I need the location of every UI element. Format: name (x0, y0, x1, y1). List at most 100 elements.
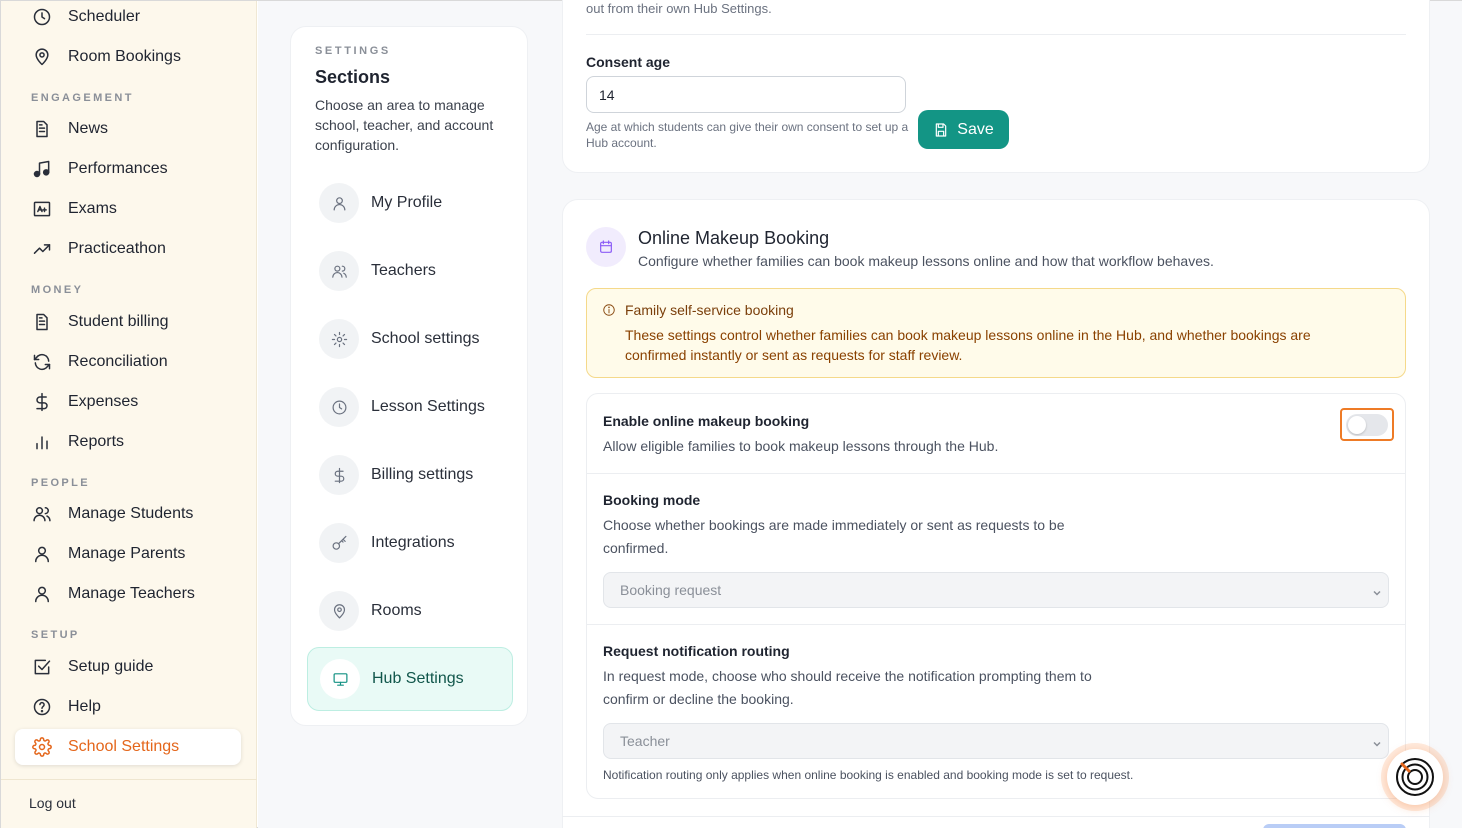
sidebar-item-label: Practiceathon (68, 240, 166, 257)
routing-note: Notification routing only applies when o… (603, 768, 1134, 782)
sidebar-item-label: School Settings (68, 738, 180, 755)
help-circle-icon (31, 696, 53, 718)
section-label-people: PEOPLE (31, 477, 91, 489)
user-icon (31, 583, 53, 605)
section-item-billing-settings[interactable]: Billing settings (307, 444, 513, 506)
sidebar-item-reports[interactable]: Reports (15, 424, 241, 460)
users-icon (31, 503, 53, 525)
save-button[interactable]: Save (918, 110, 1009, 149)
user-icon (31, 543, 53, 565)
sidebar-item-manage-parents[interactable]: Manage Parents (15, 536, 241, 572)
logout-link[interactable]: Log out (29, 795, 76, 811)
section-title: Online Makeup Booking (638, 228, 830, 248)
sections-title: Sections (315, 67, 391, 87)
calendar-icon (586, 227, 626, 267)
booking-mode-select[interactable]: Booking request (603, 572, 1389, 608)
sidebar-item-reconciliation[interactable]: Reconciliation (15, 344, 241, 380)
monitor-icon (320, 659, 360, 699)
divider (562, 816, 1430, 817)
save-icon (935, 122, 947, 137)
enable-booking-description: Allow eligible families to book makeup l… (603, 438, 999, 454)
users-icon (319, 251, 359, 291)
section-item-integrations[interactable]: Integrations (307, 512, 513, 574)
section-item-label: Lesson Settings (371, 398, 485, 415)
sidebar-item-student-billing[interactable]: Student billing (15, 304, 241, 340)
row-divider (587, 624, 1405, 625)
sidebar-item-scheduler[interactable]: Scheduler (15, 0, 241, 35)
checkbox-icon (31, 656, 53, 678)
gear-icon (319, 319, 359, 359)
sidebar-item-exams[interactable]: Exams (15, 191, 241, 227)
sidebar-item-performances[interactable]: Performances (15, 151, 241, 187)
sidebar-item-school-settings[interactable]: School Settings (15, 729, 241, 765)
offscreen-button-edge[interactable] (1263, 824, 1406, 828)
sidebar-item-label: Reconciliation (68, 353, 168, 370)
section-item-lesson-settings[interactable]: Lesson Settings (307, 376, 513, 438)
section-item-rooms[interactable]: Rooms (307, 580, 513, 642)
sidebar-item-label: Setup guide (68, 658, 154, 675)
enable-booking-toggle[interactable] (1346, 414, 1388, 436)
section-item-label: Billing settings (371, 466, 474, 483)
booking-mode-description: Choose whether bookings are made immedia… (603, 517, 1065, 556)
toggle-knob (1348, 416, 1366, 434)
document-icon (31, 311, 53, 333)
sidebar-item-label: News (68, 120, 109, 137)
sidebar-item-label: Student billing (68, 313, 169, 330)
sidebar-item-help[interactable]: Help (15, 689, 241, 725)
sidebar-item-expenses[interactable]: Expenses (15, 384, 241, 420)
enable-booking-title: Enable online makeup booking (603, 413, 810, 429)
routing-select[interactable]: Teacher (603, 723, 1389, 759)
booking-mode-title: Booking mode (603, 492, 701, 508)
sidebar-item-label: Manage Teachers (68, 585, 195, 602)
clock-icon (31, 6, 53, 28)
section-label-money: MONEY (31, 284, 84, 296)
section-item-label: Teachers (371, 262, 436, 279)
sidebar-item-news[interactable]: News (15, 111, 241, 147)
dollar-icon (319, 455, 359, 495)
routing-description: In request mode, choose who should recei… (603, 668, 1092, 707)
consent-age-help: Age at which students can give their own… (586, 120, 909, 150)
section-item-hub-settings[interactable]: Hub Settings (307, 647, 513, 711)
info-circle-icon (602, 303, 616, 317)
assistant-launcher-button[interactable] (1387, 749, 1443, 805)
sidebar-item-label: Expenses (68, 393, 139, 410)
sidebar-item-room-bookings[interactable]: Room Bookings (15, 39, 241, 75)
section-item-my-profile[interactable]: My Profile (307, 172, 513, 234)
sections-description: Choose an area to manage school, teacher… (315, 97, 494, 153)
consent-age-label: Consent age (586, 54, 671, 70)
user-icon (319, 183, 359, 223)
sidebar-item-label: Room Bookings (68, 48, 181, 65)
row-divider (587, 473, 1405, 474)
save-button-label: Save (957, 120, 994, 138)
section-item-label: Integrations (371, 534, 455, 551)
section-item-school-settings[interactable]: School settings (307, 308, 513, 370)
clock-icon (319, 387, 359, 427)
target-logo-icon (1396, 758, 1434, 796)
enable-booking-toggle-highlight (1340, 408, 1394, 441)
section-item-label: Rooms (371, 602, 422, 619)
section-item-teachers[interactable]: Teachers (307, 240, 513, 302)
sidebar-item-label: Scheduler (68, 8, 141, 25)
sidebar-item-label: Manage Parents (68, 545, 186, 562)
section-label-setup: SETUP (31, 629, 80, 641)
sidebar-item-manage-students[interactable]: Manage Students (15, 496, 241, 532)
routing-value: Teacher (620, 733, 670, 749)
sidebar-item-label: Help (68, 698, 101, 715)
dollar-icon (31, 391, 53, 413)
consent-age-input[interactable] (586, 76, 906, 113)
sidebar-item-practiceathon[interactable]: Practiceathon (15, 231, 241, 267)
sidebar-item-label: Exams (68, 200, 117, 217)
trend-up-icon (31, 238, 53, 260)
sidebar-item-manage-teachers[interactable]: Manage Teachers (15, 576, 241, 612)
section-item-label: Hub Settings (372, 670, 464, 687)
map-pin-icon (31, 46, 53, 68)
section-label-engagement: ENGAGEMENT (31, 92, 134, 104)
sidebar-item-setup-guide[interactable]: Setup guide (15, 649, 241, 685)
bar-chart-icon (31, 431, 53, 453)
section-item-label: My Profile (371, 194, 443, 211)
grade-icon (31, 198, 53, 220)
section-description: Configure whether families can book make… (638, 253, 1214, 269)
map-pin-icon (319, 591, 359, 631)
sidebar-item-label: Manage Students (68, 505, 194, 522)
alert-title: Family self-service booking (625, 302, 794, 318)
